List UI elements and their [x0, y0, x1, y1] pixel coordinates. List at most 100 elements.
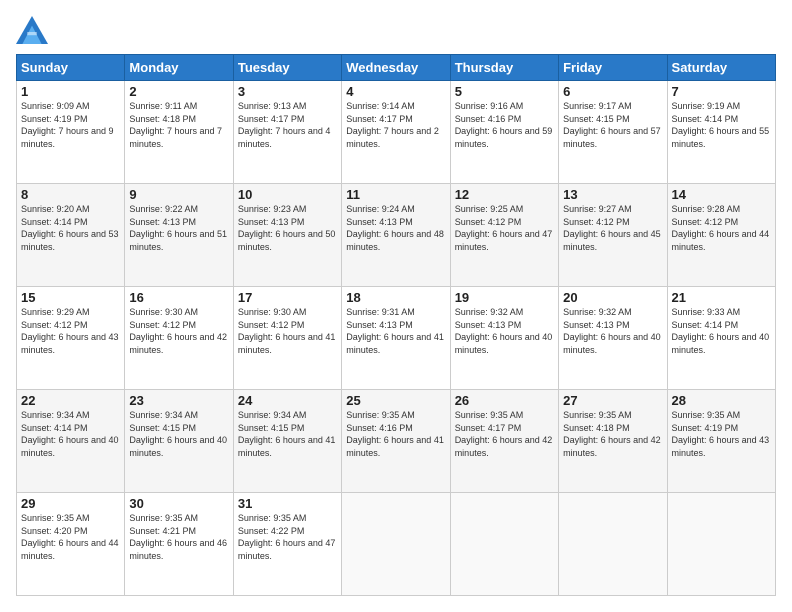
header	[16, 16, 776, 44]
day-cell: 19Sunrise: 9:32 AMSunset: 4:13 PMDayligh…	[450, 287, 558, 390]
day-detail: Sunrise: 9:14 AMSunset: 4:17 PMDaylight:…	[346, 100, 445, 150]
day-detail: Sunrise: 9:33 AMSunset: 4:14 PMDaylight:…	[672, 306, 771, 356]
day-cell	[450, 493, 558, 596]
day-number: 8	[21, 187, 120, 202]
day-number: 30	[129, 496, 228, 511]
day-cell: 8Sunrise: 9:20 AMSunset: 4:14 PMDaylight…	[17, 184, 125, 287]
day-detail: Sunrise: 9:25 AMSunset: 4:12 PMDaylight:…	[455, 203, 554, 253]
day-detail: Sunrise: 9:19 AMSunset: 4:14 PMDaylight:…	[672, 100, 771, 150]
day-number: 2	[129, 84, 228, 99]
day-detail: Sunrise: 9:30 AMSunset: 4:12 PMDaylight:…	[129, 306, 228, 356]
day-number: 7	[672, 84, 771, 99]
day-number: 3	[238, 84, 337, 99]
weekday-header-row: SundayMondayTuesdayWednesdayThursdayFrid…	[17, 55, 776, 81]
day-detail: Sunrise: 9:31 AMSunset: 4:13 PMDaylight:…	[346, 306, 445, 356]
page: SundayMondayTuesdayWednesdayThursdayFrid…	[0, 0, 792, 612]
day-detail: Sunrise: 9:11 AMSunset: 4:18 PMDaylight:…	[129, 100, 228, 150]
day-cell: 7Sunrise: 9:19 AMSunset: 4:14 PMDaylight…	[667, 81, 775, 184]
day-cell: 27Sunrise: 9:35 AMSunset: 4:18 PMDayligh…	[559, 390, 667, 493]
day-number: 29	[21, 496, 120, 511]
day-detail: Sunrise: 9:35 AMSunset: 4:19 PMDaylight:…	[672, 409, 771, 459]
day-cell: 6Sunrise: 9:17 AMSunset: 4:15 PMDaylight…	[559, 81, 667, 184]
day-number: 16	[129, 290, 228, 305]
day-number: 23	[129, 393, 228, 408]
day-number: 28	[672, 393, 771, 408]
day-detail: Sunrise: 9:09 AMSunset: 4:19 PMDaylight:…	[21, 100, 120, 150]
day-detail: Sunrise: 9:23 AMSunset: 4:13 PMDaylight:…	[238, 203, 337, 253]
day-cell: 25Sunrise: 9:35 AMSunset: 4:16 PMDayligh…	[342, 390, 450, 493]
day-cell: 24Sunrise: 9:34 AMSunset: 4:15 PMDayligh…	[233, 390, 341, 493]
weekday-thursday: Thursday	[450, 55, 558, 81]
day-cell: 30Sunrise: 9:35 AMSunset: 4:21 PMDayligh…	[125, 493, 233, 596]
day-cell: 23Sunrise: 9:34 AMSunset: 4:15 PMDayligh…	[125, 390, 233, 493]
day-cell: 20Sunrise: 9:32 AMSunset: 4:13 PMDayligh…	[559, 287, 667, 390]
day-number: 12	[455, 187, 554, 202]
day-number: 17	[238, 290, 337, 305]
day-cell: 31Sunrise: 9:35 AMSunset: 4:22 PMDayligh…	[233, 493, 341, 596]
day-number: 4	[346, 84, 445, 99]
day-cell: 13Sunrise: 9:27 AMSunset: 4:12 PMDayligh…	[559, 184, 667, 287]
week-row-2: 8Sunrise: 9:20 AMSunset: 4:14 PMDaylight…	[17, 184, 776, 287]
day-number: 6	[563, 84, 662, 99]
day-number: 10	[238, 187, 337, 202]
day-detail: Sunrise: 9:34 AMSunset: 4:15 PMDaylight:…	[129, 409, 228, 459]
day-cell: 12Sunrise: 9:25 AMSunset: 4:12 PMDayligh…	[450, 184, 558, 287]
day-cell: 17Sunrise: 9:30 AMSunset: 4:12 PMDayligh…	[233, 287, 341, 390]
weekday-sunday: Sunday	[17, 55, 125, 81]
day-cell: 3Sunrise: 9:13 AMSunset: 4:17 PMDaylight…	[233, 81, 341, 184]
day-cell: 9Sunrise: 9:22 AMSunset: 4:13 PMDaylight…	[125, 184, 233, 287]
day-detail: Sunrise: 9:24 AMSunset: 4:13 PMDaylight:…	[346, 203, 445, 253]
day-number: 19	[455, 290, 554, 305]
logo	[16, 16, 52, 44]
day-number: 22	[21, 393, 120, 408]
week-row-4: 22Sunrise: 9:34 AMSunset: 4:14 PMDayligh…	[17, 390, 776, 493]
day-cell: 2Sunrise: 9:11 AMSunset: 4:18 PMDaylight…	[125, 81, 233, 184]
day-cell: 26Sunrise: 9:35 AMSunset: 4:17 PMDayligh…	[450, 390, 558, 493]
day-detail: Sunrise: 9:29 AMSunset: 4:12 PMDaylight:…	[21, 306, 120, 356]
weekday-friday: Friday	[559, 55, 667, 81]
day-detail: Sunrise: 9:27 AMSunset: 4:12 PMDaylight:…	[563, 203, 662, 253]
day-cell: 11Sunrise: 9:24 AMSunset: 4:13 PMDayligh…	[342, 184, 450, 287]
day-detail: Sunrise: 9:16 AMSunset: 4:16 PMDaylight:…	[455, 100, 554, 150]
day-cell: 5Sunrise: 9:16 AMSunset: 4:16 PMDaylight…	[450, 81, 558, 184]
day-number: 15	[21, 290, 120, 305]
day-number: 27	[563, 393, 662, 408]
day-cell: 1Sunrise: 9:09 AMSunset: 4:19 PMDaylight…	[17, 81, 125, 184]
day-detail: Sunrise: 9:32 AMSunset: 4:13 PMDaylight:…	[563, 306, 662, 356]
week-row-3: 15Sunrise: 9:29 AMSunset: 4:12 PMDayligh…	[17, 287, 776, 390]
day-detail: Sunrise: 9:35 AMSunset: 4:22 PMDaylight:…	[238, 512, 337, 562]
day-number: 25	[346, 393, 445, 408]
day-detail: Sunrise: 9:32 AMSunset: 4:13 PMDaylight:…	[455, 306, 554, 356]
day-number: 24	[238, 393, 337, 408]
day-number: 20	[563, 290, 662, 305]
day-number: 14	[672, 187, 771, 202]
day-cell	[559, 493, 667, 596]
day-number: 5	[455, 84, 554, 99]
logo-icon	[16, 16, 48, 44]
day-cell: 28Sunrise: 9:35 AMSunset: 4:19 PMDayligh…	[667, 390, 775, 493]
day-number: 31	[238, 496, 337, 511]
day-cell: 18Sunrise: 9:31 AMSunset: 4:13 PMDayligh…	[342, 287, 450, 390]
day-detail: Sunrise: 9:22 AMSunset: 4:13 PMDaylight:…	[129, 203, 228, 253]
day-detail: Sunrise: 9:35 AMSunset: 4:18 PMDaylight:…	[563, 409, 662, 459]
week-row-5: 29Sunrise: 9:35 AMSunset: 4:20 PMDayligh…	[17, 493, 776, 596]
day-detail: Sunrise: 9:34 AMSunset: 4:15 PMDaylight:…	[238, 409, 337, 459]
day-cell: 14Sunrise: 9:28 AMSunset: 4:12 PMDayligh…	[667, 184, 775, 287]
day-number: 13	[563, 187, 662, 202]
day-number: 26	[455, 393, 554, 408]
day-detail: Sunrise: 9:17 AMSunset: 4:15 PMDaylight:…	[563, 100, 662, 150]
day-detail: Sunrise: 9:35 AMSunset: 4:16 PMDaylight:…	[346, 409, 445, 459]
day-cell: 4Sunrise: 9:14 AMSunset: 4:17 PMDaylight…	[342, 81, 450, 184]
day-detail: Sunrise: 9:35 AMSunset: 4:20 PMDaylight:…	[21, 512, 120, 562]
day-cell: 10Sunrise: 9:23 AMSunset: 4:13 PMDayligh…	[233, 184, 341, 287]
day-cell: 22Sunrise: 9:34 AMSunset: 4:14 PMDayligh…	[17, 390, 125, 493]
day-number: 18	[346, 290, 445, 305]
day-cell: 21Sunrise: 9:33 AMSunset: 4:14 PMDayligh…	[667, 287, 775, 390]
day-detail: Sunrise: 9:34 AMSunset: 4:14 PMDaylight:…	[21, 409, 120, 459]
day-number: 9	[129, 187, 228, 202]
day-number: 21	[672, 290, 771, 305]
day-cell: 15Sunrise: 9:29 AMSunset: 4:12 PMDayligh…	[17, 287, 125, 390]
day-detail: Sunrise: 9:28 AMSunset: 4:12 PMDaylight:…	[672, 203, 771, 253]
day-cell	[342, 493, 450, 596]
day-detail: Sunrise: 9:30 AMSunset: 4:12 PMDaylight:…	[238, 306, 337, 356]
